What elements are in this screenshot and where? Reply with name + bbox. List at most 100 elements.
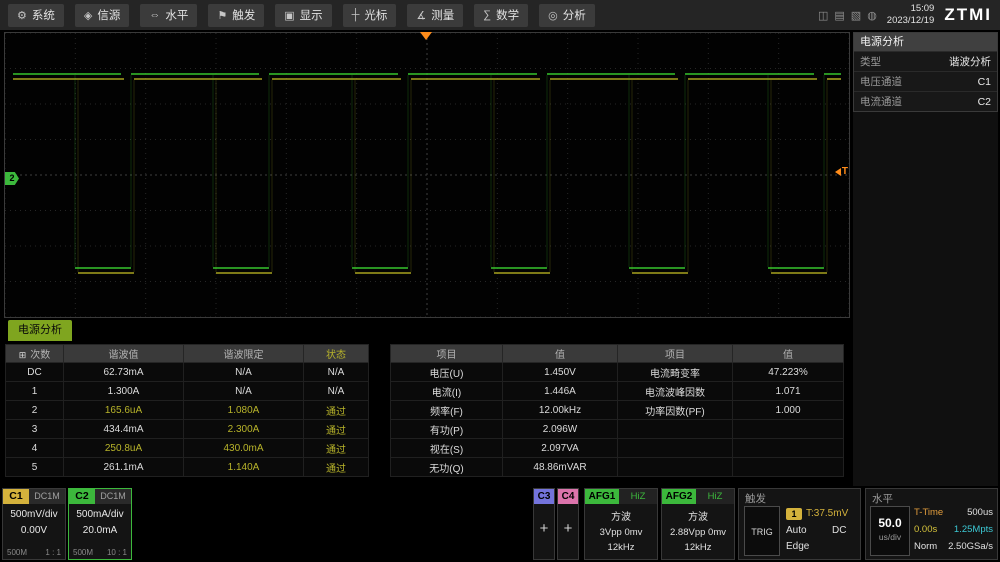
setting-row[interactable]: 类型 谐波分析 [854,51,997,71]
table-cell: 261.1mA [64,458,184,477]
afg2-label: AFG2 [662,489,696,504]
table-cell: 无功(Q) [391,458,503,477]
horizontal-box[interactable]: 水平 50.0 us/div T-Time 500us 0.00s 1.25Mp… [865,488,998,560]
table-cell [618,420,733,439]
toolbar-button-system[interactable]: ⚙系统 [8,4,64,27]
toolbar-button-label: 水平 [165,7,188,23]
harmonics-col-header: 谐波限定 [184,345,304,363]
channel-c2-offset: 20.0mA [69,525,131,536]
top-toolbar: ⚙系统 ◈信源 ⇔水平 ⚑ 触发 ▣显示 ┼光标 ∡ 测量 ∑数学 ◎分析 ◫▤▧◍ 15:09 2… [0,0,1000,30]
power-analysis-panel: 电源分析 类型 谐波分析电压通道C1电流通道C2 [853,32,998,112]
channel-c4-add-button[interactable]: + [558,520,578,537]
afg2-offset: 0mv [708,527,726,538]
trigger-position-marker[interactable] [420,32,432,40]
trigger-coupling: DC [832,525,846,536]
trigger-box[interactable]: 触发 TRIG 1 T:37.5mV Auto DC Edge [738,488,861,560]
metrics-body: 电压(U)1.450V电流畸变率47.223%电流(I)1.446A电流波峰因数… [391,363,844,477]
afg2-levels: 2.88Vpp 0mv [662,527,734,538]
table-cell: 通过 [304,458,369,477]
afg2-amplitude: 2.88Vpp [670,527,705,538]
timebase-unit: us/div [871,532,909,542]
table-cell: 1.450V [503,363,618,382]
toolbar-button-label: 分析 [563,7,586,23]
table-cell: 5 [6,458,64,477]
afg1-frequency: 12kHz [585,542,657,553]
table-cell: 频率(F) [391,401,503,420]
toolbar-button-display[interactable]: ▣显示 [275,4,331,27]
horizontal-title: 水平 [872,491,893,506]
setting-value: 谐波分析 [949,54,991,69]
clock: 15:09 2023/12/19 [887,3,935,27]
source-icon: ◈ [84,9,92,22]
harmonics-table: ⊞次数谐波值谐波限定状态 DC62.73mAN/AN/A11.300AN/AN/… [5,344,369,477]
harmonics-header-row: ⊞次数谐波值谐波限定状态 [6,345,369,363]
afg2-waveform: 方波 [662,508,734,523]
waveform-display: 2 T [4,32,850,318]
power-analysis-panel-title: 电源分析 [854,33,997,51]
channel-c2-scale: 500mA/div [69,509,131,520]
toolbar-button-math[interactable]: ∑数学 [474,4,528,27]
table-row: 电流(I)1.446A电流波峰因数1.071 [391,382,844,401]
table-row: DC62.73mAN/AN/A [6,363,369,382]
toolbar-right: ◫▤▧◍ 15:09 2023/12/19 ZTMI [818,3,992,27]
trigger-level-marker[interactable]: T [835,166,848,177]
channel-c2-label: C2 [69,489,95,504]
toolbar-button-label: 系统 [32,7,55,23]
harmonics-col-header: 谐波值 [64,345,184,363]
table-row: 视在(S)2.097VA [391,439,844,458]
channel-c3-add-button[interactable]: + [534,520,554,537]
table-row: 电压(U)1.450V电流畸变率47.223% [391,363,844,382]
harmonics-col-header: ⊞次数 [6,345,64,363]
table-cell: 1.071 [733,382,844,401]
metrics-table: 项目值项目值 电压(U)1.450V电流畸变率47.223%电流(I)1.446… [390,344,844,477]
timebase-indicator: 50.0 us/div [870,506,910,556]
table-cell: 1 [6,382,64,401]
cursor-icon: ┼ [352,9,360,21]
table-cell: 4 [6,439,64,458]
afg1-offset: 0mv [624,527,642,538]
table-cell: 1.140A [184,458,304,477]
table-cell: 1.446A [503,382,618,401]
toolbar-button-label: 测量 [431,7,454,23]
acquire-mode: Norm [914,541,937,552]
setting-row[interactable]: 电流通道C2 [854,91,997,111]
table-row: 3434.4mA2.300A通过 [6,420,369,439]
right-sidebar: 电源分析 类型 谐波分析电压通道C1电流通道C2 [853,32,998,486]
table-cell: 434.4mA [64,420,184,439]
toolbar-button-measure[interactable]: ∡ 测量 [407,4,463,27]
table-handle-icon: ⊞ [19,350,27,360]
toolbar-button-label: 触发 [232,7,255,23]
channel-box-c2[interactable]: C2 DC1M 500mA/div 20.0mA 500M 10 : 1 [68,488,132,560]
table-row: 有功(P)2.096W [391,420,844,439]
toolbar-button-analyze[interactable]: ◎分析 [539,4,595,27]
setting-row[interactable]: 电压通道C1 [854,71,997,91]
metrics-col-header: 项目 [618,345,733,363]
toolbar-button-source[interactable]: ◈信源 [75,4,129,27]
channel-c3-label[interactable]: C3 [534,489,554,504]
toolbar-button-trigger[interactable]: ⚑ 触发 [208,4,264,27]
sample-rate: 2.50GSa/s [948,541,993,552]
table-cell: 电流波峰因数 [618,382,733,401]
toolbar-button-horizontal[interactable]: ⇔水平 [140,4,197,27]
table-cell: 通过 [304,401,369,420]
afg1-waveform: 方波 [585,508,657,523]
tab-power-analysis[interactable]: 电源分析 [8,320,72,341]
channel-c4-label[interactable]: C4 [558,489,578,504]
afg2-impedance: HiZ [696,489,734,504]
table-cell [618,439,733,458]
table-cell: 2.097VA [503,439,618,458]
channel-box-c1[interactable]: C1 DC1M 500mV/div 0.00V 500M 1 : 1 [2,488,66,560]
measure-icon: ∡ [416,9,426,22]
setting-label: 类型 [860,54,881,69]
power-analysis-settings: 类型 谐波分析电压通道C1电流通道C2 [854,51,997,111]
afg2-box[interactable]: AFG2 HiZ 方波 2.88Vpp 0mv 12kHz [661,488,735,560]
afg1-box[interactable]: AFG1 HiZ 方波 3Vpp 0mv 12kHz [584,488,658,560]
afg2-header: AFG2 HiZ [662,489,734,504]
afg1-header: AFG1 HiZ [585,489,657,504]
scope-canvas [5,33,849,317]
trigger-icon: ⚑ [217,9,227,22]
toolbar-button-cursor[interactable]: ┼光标 [343,4,397,27]
table-cell: 12.00kHz [503,401,618,420]
metrics-col-header: 值 [733,345,844,363]
horizontal-row-delay: 0.00s 1.25Mpts [914,524,993,535]
